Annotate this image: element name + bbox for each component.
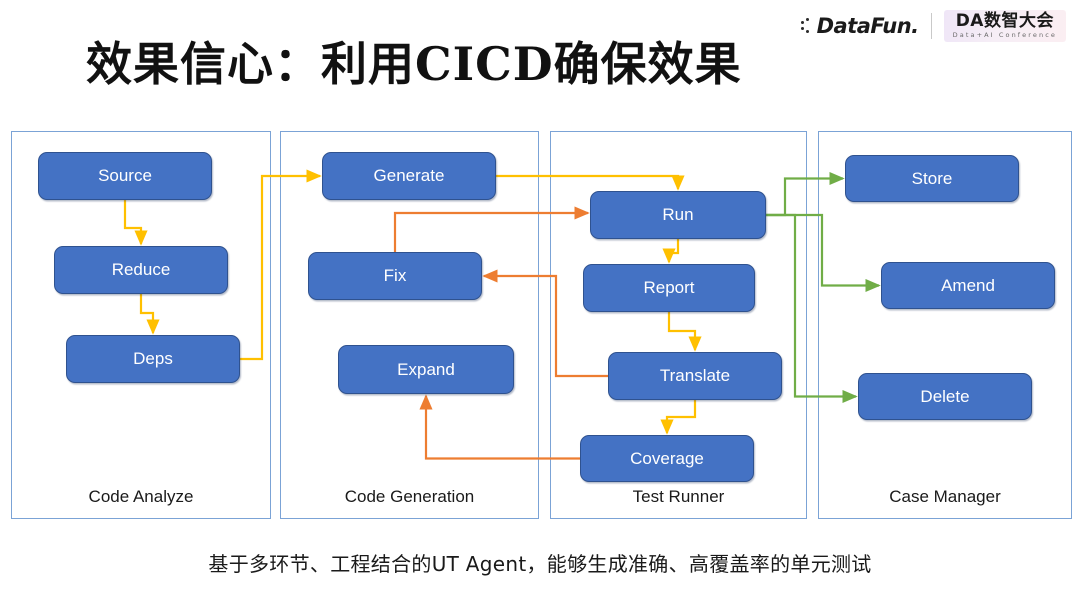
da-conference-logo: DA数智大会 Data+AI Conference <box>943 9 1066 43</box>
panel-label-case-manager: Case Manager <box>889 487 1001 506</box>
node-reduce[interactable]: Reduce <box>54 246 228 294</box>
panel-label-code-generation: Code Generation <box>344 487 475 506</box>
node-store[interactable]: Store <box>845 155 1019 202</box>
node-label: Delete <box>920 386 970 406</box>
datafun-dots-icon <box>800 17 814 35</box>
node-expand[interactable]: Expand <box>338 345 514 394</box>
node-label: Expand <box>397 359 455 379</box>
slide-caption: 基于多环节、工程结合的UT Agent，能够生成准确、高覆盖率的单元测试 <box>208 552 872 576</box>
node-label: Source <box>98 166 152 185</box>
node-label: Run <box>662 205 694 224</box>
node-report[interactable]: Report <box>583 264 755 312</box>
node-label: Store <box>911 168 953 188</box>
node-coverage[interactable]: Coverage <box>580 435 754 482</box>
node-deps[interactable]: Deps <box>66 335 240 383</box>
node-label: Generate <box>373 166 445 185</box>
node-source[interactable]: Source <box>38 152 212 200</box>
panel-label-code-analyze: Code Analyze <box>88 487 194 506</box>
node-delete[interactable]: Delete <box>858 373 1032 420</box>
node-label: Coverage <box>630 448 704 468</box>
node-label: Fix <box>383 266 407 285</box>
node-label: Report <box>643 278 695 297</box>
page-title: 效果信心：利用CICD确保效果 <box>86 37 742 91</box>
panel-label-test-runner: Test Runner <box>632 487 725 506</box>
brand-divider <box>930 13 932 39</box>
node-label: Translate <box>659 366 731 385</box>
node-generate[interactable]: Generate <box>322 152 496 200</box>
node-label: Deps <box>133 349 173 368</box>
node-run[interactable]: Run <box>590 191 766 239</box>
da-logo-mark: DA <box>955 10 984 31</box>
node-label: Amend <box>941 275 995 295</box>
da-logo-main: DA数智大会 <box>955 10 1054 31</box>
node-fix[interactable]: Fix <box>308 252 482 300</box>
slide-canvas: DataFun. DA数智大会 Data+AI Conference 效果信心：… <box>0 0 1080 608</box>
node-translate[interactable]: Translate <box>608 352 782 400</box>
brand-bar: DataFun. DA数智大会 Data+AI Conference <box>800 6 1066 46</box>
datafun-logo: DataFun. <box>800 14 920 38</box>
datafun-logo-text: DataFun. <box>816 14 920 38</box>
da-logo-sub: Data+AI Conference <box>952 30 1057 39</box>
node-label: Reduce <box>111 260 171 279</box>
node-amend[interactable]: Amend <box>881 262 1055 309</box>
da-logo-main-cn: 数智大会 <box>983 10 1054 31</box>
